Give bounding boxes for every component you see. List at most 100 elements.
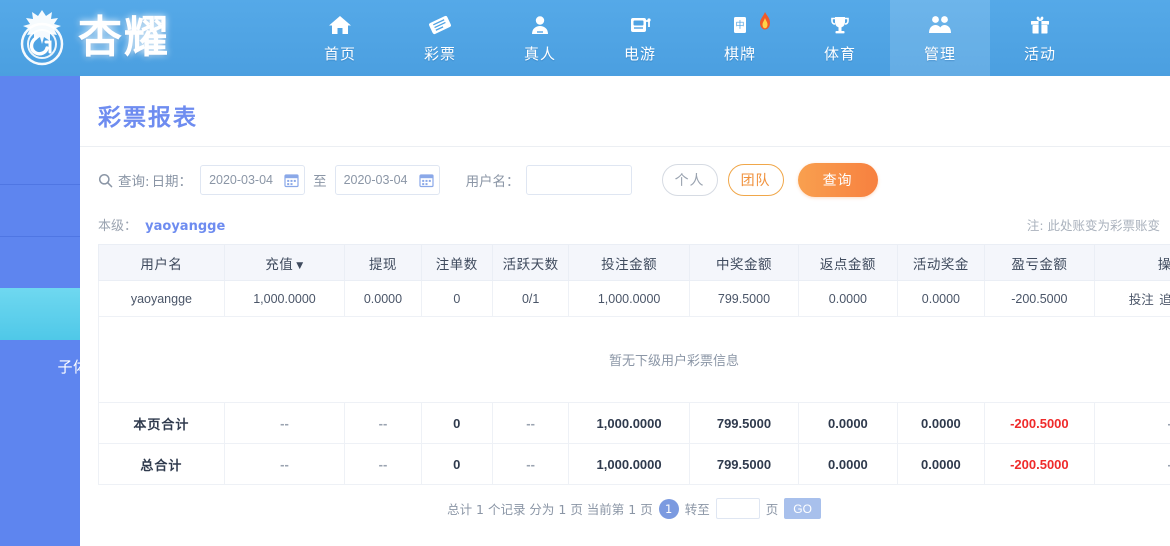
total-recharge: -- xyxy=(224,402,346,444)
col-recharge[interactable]: 充值 ▼ xyxy=(224,244,346,281)
table-body: yaoyangge 1,000.0000 0.0000 0 0/1 1,000.… xyxy=(98,280,1170,485)
nav-item-lottery[interactable]: 彩票 xyxy=(390,0,490,76)
total-win-amount: 799.5000 xyxy=(689,443,800,485)
cell-recharge: 1,000.0000 xyxy=(224,280,346,317)
total-activity-bonus: 0.0000 xyxy=(897,443,986,485)
date-label: 日期： xyxy=(151,174,193,190)
query-label: 查询: xyxy=(118,174,150,190)
crown-globe-emblem-icon xyxy=(6,2,78,74)
col-bet-count[interactable]: 注单数 xyxy=(421,244,493,281)
sidebar-item-report[interactable]: 表 xyxy=(0,288,80,340)
total-bet-count: 0 xyxy=(421,443,493,485)
cell-win-amount: 799.5000 xyxy=(689,280,800,317)
username-input[interactable] xyxy=(525,165,632,195)
table-header: 用户名 充值 ▼ 提现 注单数 活跃天数 投注金额 中奖金额 返点金额 活动奖金 … xyxy=(98,244,1170,281)
cell-username[interactable]: yaoyangge xyxy=(98,280,225,317)
col-win-amount[interactable]: 中奖金额 xyxy=(689,244,800,281)
sidebar-item-4[interactable]: 理 xyxy=(0,236,80,288)
page-unit-label: 页 xyxy=(765,502,779,517)
total-recharge: -- xyxy=(224,443,346,485)
brand-name: 杏耀 xyxy=(78,12,170,63)
nav-label: 活动 xyxy=(1023,44,1056,63)
col-profit-loss[interactable]: 盈亏金额 xyxy=(984,244,1095,281)
col-activity-bonus[interactable]: 活动奖金 xyxy=(897,244,986,281)
gift-icon xyxy=(1028,13,1052,37)
sidebar-item-label: 子体育 xyxy=(57,357,80,376)
op-chase-link[interactable]: 追号 xyxy=(1159,293,1170,307)
total-operations: -- xyxy=(1094,443,1170,485)
username-label: 用户名： xyxy=(465,174,520,190)
col-withdraw[interactable]: 提现 xyxy=(344,244,422,281)
cell-bet-count: 0 xyxy=(421,280,493,317)
total-bet-count: 0 xyxy=(421,402,493,444)
trophy-icon xyxy=(828,13,852,37)
top-navigation-bar: 杏耀 首页 彩票 真人 电游 中 棋牌 体育 管理 活动 xyxy=(0,0,1170,76)
sidebar-item-6[interactable]: 子体育 xyxy=(0,340,80,392)
sidebar: 心 理 理 理 表 子体育 xyxy=(0,76,80,546)
page-title: 彩票报表 xyxy=(98,105,198,131)
total-withdraw: -- xyxy=(344,443,422,485)
brand-logo[interactable]: 杏耀 xyxy=(0,0,290,76)
total-operations: -- xyxy=(1094,402,1170,444)
date-to-value: 2020-03-04 xyxy=(343,173,408,187)
cell-operations: 投注 追号 账变 xyxy=(1094,280,1170,317)
cell-active-days: 0/1 xyxy=(492,280,570,317)
personal-toggle-button[interactable]: 个人 xyxy=(661,164,718,196)
team-toggle-button[interactable]: 团队 xyxy=(727,164,784,196)
total-active-days: -- xyxy=(492,443,570,485)
go-button[interactable]: GO xyxy=(784,498,821,519)
page-header: 彩票报表 xyxy=(80,76,1170,147)
query-submit-button[interactable]: 查询 xyxy=(797,163,878,197)
col-rebate-amount[interactable]: 返点金额 xyxy=(798,244,898,281)
slot-machine-icon xyxy=(628,13,652,37)
col-username[interactable]: 用户名 xyxy=(98,244,225,281)
sidebar-item-2[interactable]: 理 xyxy=(0,132,80,184)
nav-item-management[interactable]: 管理 xyxy=(890,0,990,76)
nav-label: 首页 xyxy=(323,44,356,63)
total-label: 本页合计 xyxy=(98,402,225,444)
table-row: yaoyangge 1,000.0000 0.0000 0 0/1 1,000.… xyxy=(98,280,1170,317)
sidebar-item-3[interactable]: 理 xyxy=(0,184,80,236)
col-recharge-label: 充值 xyxy=(265,256,294,273)
cell-profit-loss: -200.5000 xyxy=(984,280,1095,317)
sidebar-item-1[interactable]: 心 xyxy=(0,80,80,132)
page-layout: 心 理 理 理 表 子体育 彩票报表 xyxy=(0,76,1170,546)
cell-activity-bonus: 0.0000 xyxy=(897,280,986,317)
nav-item-live[interactable]: 真人 xyxy=(490,0,590,76)
nav-items: 首页 彩票 真人 电游 中 棋牌 体育 管理 活动 xyxy=(290,0,1170,76)
level-value[interactable]: yaoyangge xyxy=(145,219,225,234)
mahjong-tile-icon: 中 xyxy=(728,11,770,37)
calendar-icon[interactable] xyxy=(418,173,434,188)
nav-label: 棋牌 xyxy=(723,44,756,63)
users-icon xyxy=(927,13,953,37)
goto-label: 转至 xyxy=(684,502,710,517)
total-bet-amount: 1,000.0000 xyxy=(568,443,690,485)
page-number-1[interactable]: 1 xyxy=(658,498,679,519)
nav-item-home[interactable]: 首页 xyxy=(290,0,390,76)
goto-page-input[interactable] xyxy=(715,498,760,519)
filter-bar: 查询: 日期： 2020-03-04 至 2020-03-04 用户名： 个人 … xyxy=(80,147,1170,213)
ticket-icon xyxy=(428,13,452,37)
date-from-input[interactable]: 2020-03-04 xyxy=(200,165,306,195)
svg-text:中: 中 xyxy=(735,19,744,31)
nav-item-activity[interactable]: 活动 xyxy=(990,0,1090,76)
cell-rebate-amount: 0.0000 xyxy=(798,280,898,317)
nav-item-sports[interactable]: 体育 xyxy=(790,0,890,76)
total-profit-loss: -200.5000 xyxy=(984,443,1095,485)
col-operations: 操作 xyxy=(1094,244,1170,281)
nav-item-chess[interactable]: 中 棋牌 xyxy=(690,0,790,76)
col-bet-amount[interactable]: 投注金额 xyxy=(568,244,690,281)
calendar-icon[interactable] xyxy=(284,173,299,188)
sort-desc-icon[interactable]: ▼ xyxy=(296,261,303,271)
nav-item-egame[interactable]: 电游 xyxy=(590,0,690,76)
total-rebate-amount: 0.0000 xyxy=(798,443,898,485)
report-table-wrap: 用户名 充值 ▼ 提现 注单数 活跃天数 投注金额 中奖金额 返点金额 活动奖金 … xyxy=(80,244,1170,519)
date-to-input[interactable]: 2020-03-04 xyxy=(334,165,440,195)
level-and-note-row: 本级： yaoyangge 注: 此处账变为彩票账变 xyxy=(80,213,1170,244)
total-label: 总合计 xyxy=(98,443,225,485)
home-icon xyxy=(328,13,352,37)
op-bet-link[interactable]: 投注 xyxy=(1129,293,1154,307)
col-active-days[interactable]: 活跃天数 xyxy=(492,244,570,281)
nav-label: 真人 xyxy=(523,44,556,63)
flame-hot-icon xyxy=(756,11,774,31)
